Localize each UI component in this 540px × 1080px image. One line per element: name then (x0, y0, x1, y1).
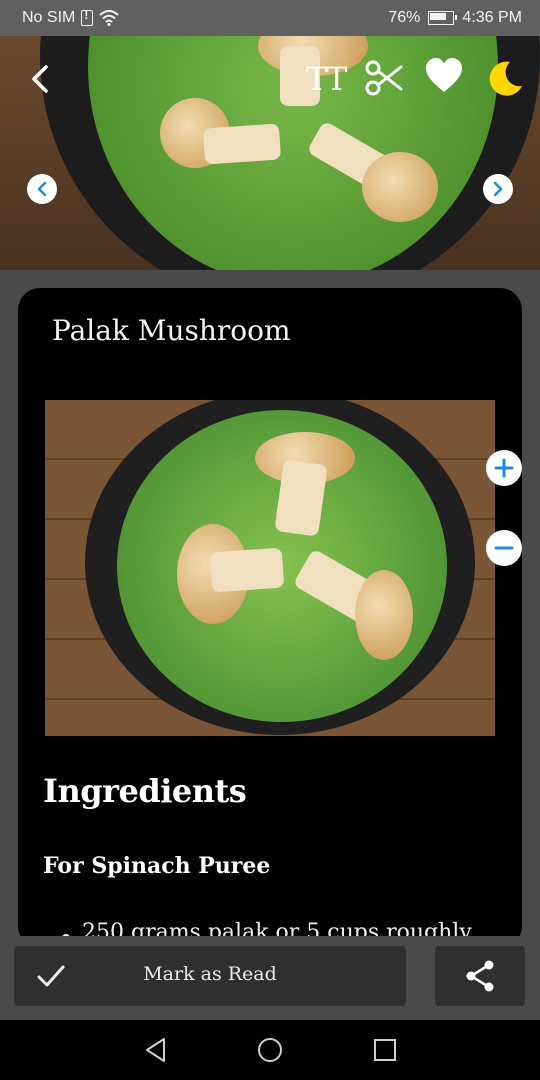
next-recipe-button[interactable] (483, 174, 513, 204)
system-nav-bar (0, 1020, 540, 1080)
clock: 4:36 PM (462, 9, 522, 26)
nav-home-icon[interactable] (256, 1036, 284, 1064)
bottom-action-bar: Mark as Read (0, 936, 540, 1020)
scissors-icon[interactable] (364, 58, 404, 98)
battery-icon (428, 11, 458, 25)
wifi-icon (99, 10, 120, 26)
sim-alert-icon (81, 8, 94, 26)
nav-recent-apps-icon[interactable] (371, 1036, 399, 1064)
heart-icon[interactable] (424, 56, 464, 96)
mark-as-read-button[interactable]: Mark as Read (14, 946, 406, 1006)
previous-recipe-button[interactable] (27, 174, 57, 204)
status-bar: No SIM 76% 4:36 PM (0, 0, 540, 36)
recipe-photo (45, 400, 495, 736)
mark-as-read-label: Mark as Read (143, 963, 277, 985)
minus-icon (494, 546, 514, 550)
carrier-label: No SIM (22, 9, 76, 26)
battery-percent: 76% (388, 9, 421, 26)
ingredients-heading: Ingredients (43, 772, 247, 810)
hero-image: TT (0, 36, 540, 270)
zoom-in-button[interactable] (486, 450, 522, 486)
share-icon (466, 960, 494, 992)
zoom-out-button[interactable] (486, 530, 522, 566)
section-heading: For Spinach Puree (43, 853, 271, 879)
text-size-icon[interactable]: TT (306, 60, 347, 98)
recipe-title: Palak Mushroom (52, 314, 291, 347)
chevron-right-icon (493, 181, 503, 197)
recipe-card: Palak Mushroom Ingredients For Spinach P… (18, 288, 522, 948)
nav-back-icon[interactable] (142, 1036, 170, 1064)
plus-icon (494, 458, 514, 478)
back-icon[interactable] (26, 64, 54, 94)
share-button[interactable] (435, 946, 525, 1006)
chevron-left-icon (37, 181, 47, 197)
moon-icon[interactable] (484, 58, 524, 98)
